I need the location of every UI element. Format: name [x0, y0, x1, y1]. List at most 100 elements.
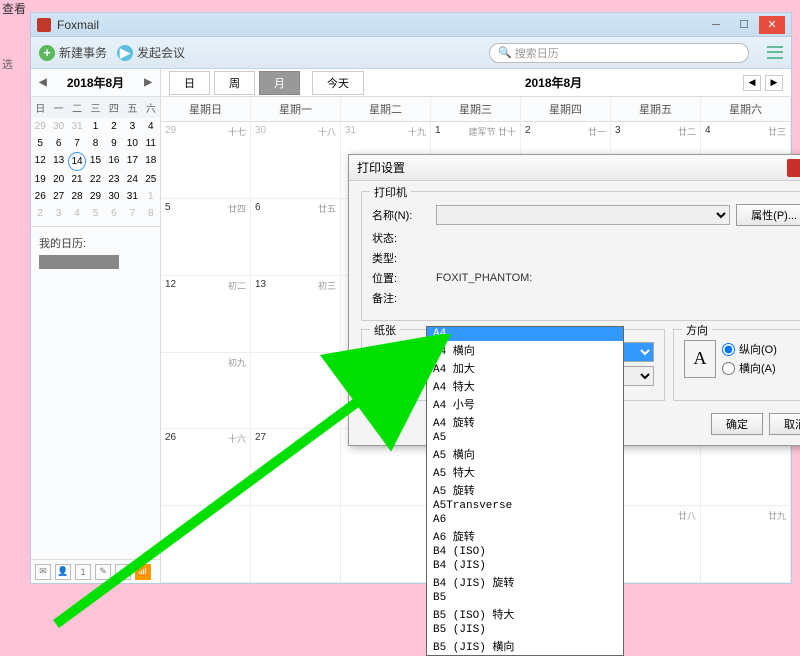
- prev-page-button[interactable]: ◀: [743, 75, 761, 91]
- mini-day-cell[interactable]: 8: [142, 205, 160, 222]
- day-view-button[interactable]: 日: [169, 71, 210, 95]
- next-page-button[interactable]: ▶: [765, 75, 783, 91]
- maximize-button[interactable]: ☐: [731, 16, 757, 34]
- mail-icon[interactable]: ✉: [35, 564, 51, 580]
- close-button[interactable]: ✕: [759, 16, 785, 34]
- month-view-button[interactable]: 月: [259, 71, 300, 95]
- cal-cell[interactable]: [251, 353, 341, 430]
- mini-day-cell[interactable]: 19: [31, 171, 49, 188]
- dropdown-option[interactable]: A6: [427, 513, 623, 527]
- mini-day-cell[interactable]: 6: [105, 205, 123, 222]
- mini-day-cell[interactable]: 15: [86, 152, 104, 171]
- dropdown-option[interactable]: B5: [427, 591, 623, 605]
- mini-day-cell[interactable]: 2: [31, 205, 49, 222]
- mini-day-cell[interactable]: 28: [68, 188, 86, 205]
- mini-day-cell[interactable]: 4: [68, 205, 86, 222]
- mini-day-cell[interactable]: 5: [86, 205, 104, 222]
- mini-day-cell[interactable]: 11: [142, 135, 160, 152]
- cal-cell[interactable]: 12初二: [161, 276, 251, 353]
- mini-day-cell[interactable]: 18: [142, 152, 160, 171]
- cal-cell[interactable]: 30十八: [251, 122, 341, 199]
- mini-day-cell[interactable]: 1: [142, 188, 160, 205]
- next-month-button[interactable]: ▶: [144, 77, 152, 88]
- cal-cell[interactable]: 5廿四: [161, 199, 251, 276]
- start-meeting-button[interactable]: ▶ 发起会议: [117, 44, 185, 61]
- dropdown-option[interactable]: A5 横向: [427, 445, 623, 463]
- dropdown-option[interactable]: A4 旋转: [427, 413, 623, 431]
- menu-icon[interactable]: [767, 45, 783, 61]
- week-view-button[interactable]: 周: [214, 71, 255, 95]
- cal-cell[interactable]: 27: [251, 429, 341, 506]
- calendar-entry[interactable]: [39, 255, 119, 269]
- dropdown-option[interactable]: B4 (ISO): [427, 545, 623, 559]
- cal-cell[interactable]: [341, 506, 431, 583]
- mini-day-cell[interactable]: 12: [31, 152, 49, 171]
- cal-cell[interactable]: 廿八: [611, 506, 701, 583]
- dropdown-option[interactable]: A5 旋转: [427, 481, 623, 499]
- dropdown-option[interactable]: A5 特大: [427, 463, 623, 481]
- mini-day-cell[interactable]: 29: [86, 188, 104, 205]
- dropdown-option[interactable]: A4 横向: [427, 341, 623, 359]
- calendar-icon[interactable]: 1: [75, 564, 91, 580]
- mini-day-cell[interactable]: 27: [49, 188, 67, 205]
- cal-cell[interactable]: 29十七: [161, 122, 251, 199]
- mini-day-cell[interactable]: 6: [49, 135, 67, 152]
- dropdown-option[interactable]: A4: [427, 327, 623, 341]
- mini-day-cell[interactable]: 20: [49, 171, 67, 188]
- landscape-radio[interactable]: [722, 362, 735, 375]
- mini-day-cell[interactable]: 2: [105, 118, 123, 135]
- mini-day-cell[interactable]: 30: [49, 118, 67, 135]
- mini-day-cell[interactable]: 31: [123, 188, 141, 205]
- mini-day-cell[interactable]: 31: [68, 118, 86, 135]
- new-task-button[interactable]: + 新建事务: [39, 44, 107, 61]
- prev-month-button[interactable]: ◀: [39, 77, 47, 88]
- mini-day-cell[interactable]: 30: [105, 188, 123, 205]
- mini-day-cell[interactable]: 23: [105, 171, 123, 188]
- dropdown-option[interactable]: B5 (JIS): [427, 623, 623, 637]
- dropdown-option[interactable]: A4 特大: [427, 377, 623, 395]
- dropdown-option[interactable]: A5: [427, 431, 623, 445]
- today-button[interactable]: 今天: [312, 71, 364, 95]
- mini-day-cell[interactable]: 10: [123, 135, 141, 152]
- cal-cell[interactable]: [161, 506, 251, 583]
- mini-day-cell[interactable]: 4: [142, 118, 160, 135]
- dropdown-option[interactable]: B5 (ISO) 特大: [427, 605, 623, 623]
- dropdown-option[interactable]: B4 (JIS) 旋转: [427, 573, 623, 591]
- cal-cell[interactable]: 6廿五: [251, 199, 341, 276]
- mini-day-cell[interactable]: 8: [86, 135, 104, 152]
- dropdown-option[interactable]: B4 (JIS): [427, 559, 623, 573]
- cancel-button[interactable]: 取消: [769, 413, 800, 435]
- cal-cell[interactable]: 26十六: [161, 429, 251, 506]
- mini-day-cell[interactable]: 29: [31, 118, 49, 135]
- feed-icon[interactable]: 📶: [135, 564, 151, 580]
- cal-cell[interactable]: 初九: [161, 353, 251, 430]
- mini-day-cell[interactable]: 1: [86, 118, 104, 135]
- dropdown-option[interactable]: A4 小号: [427, 395, 623, 413]
- minimize-button[interactable]: ─: [703, 16, 729, 34]
- properties-button[interactable]: 属性(P)...: [736, 204, 800, 226]
- cal-cell[interactable]: 廿九: [701, 506, 791, 583]
- mini-day-cell[interactable]: 17: [123, 152, 141, 171]
- notes-icon[interactable]: ✎: [95, 564, 111, 580]
- contacts-icon[interactable]: 👤: [55, 564, 71, 580]
- portrait-radio[interactable]: [722, 343, 735, 356]
- mini-day-cell[interactable]: 7: [68, 135, 86, 152]
- ok-button[interactable]: 确定: [711, 413, 763, 435]
- dialog-close-button[interactable]: ✕: [787, 159, 800, 177]
- dropdown-option[interactable]: A5Transverse: [427, 499, 623, 513]
- mini-day-cell[interactable]: 9: [105, 135, 123, 152]
- mini-day-cell[interactable]: 3: [123, 118, 141, 135]
- mini-day-cell[interactable]: 22: [86, 171, 104, 188]
- mini-day-cell[interactable]: 26: [31, 188, 49, 205]
- mini-day-cell[interactable]: 13: [49, 152, 67, 171]
- mini-day-cell[interactable]: 24: [123, 171, 141, 188]
- printer-name-select[interactable]: [436, 205, 730, 225]
- mini-day-cell[interactable]: 7: [123, 205, 141, 222]
- dropdown-option[interactable]: A6 旋转: [427, 527, 623, 545]
- mini-day-cell[interactable]: 5: [31, 135, 49, 152]
- dropdown-option[interactable]: B5 (JIS) 横向: [427, 637, 623, 655]
- mini-day-cell[interactable]: 21: [68, 171, 86, 188]
- cal-cell[interactable]: [251, 506, 341, 583]
- mini-day-cell[interactable]: 3: [49, 205, 67, 222]
- dropdown-option[interactable]: A4 加大: [427, 359, 623, 377]
